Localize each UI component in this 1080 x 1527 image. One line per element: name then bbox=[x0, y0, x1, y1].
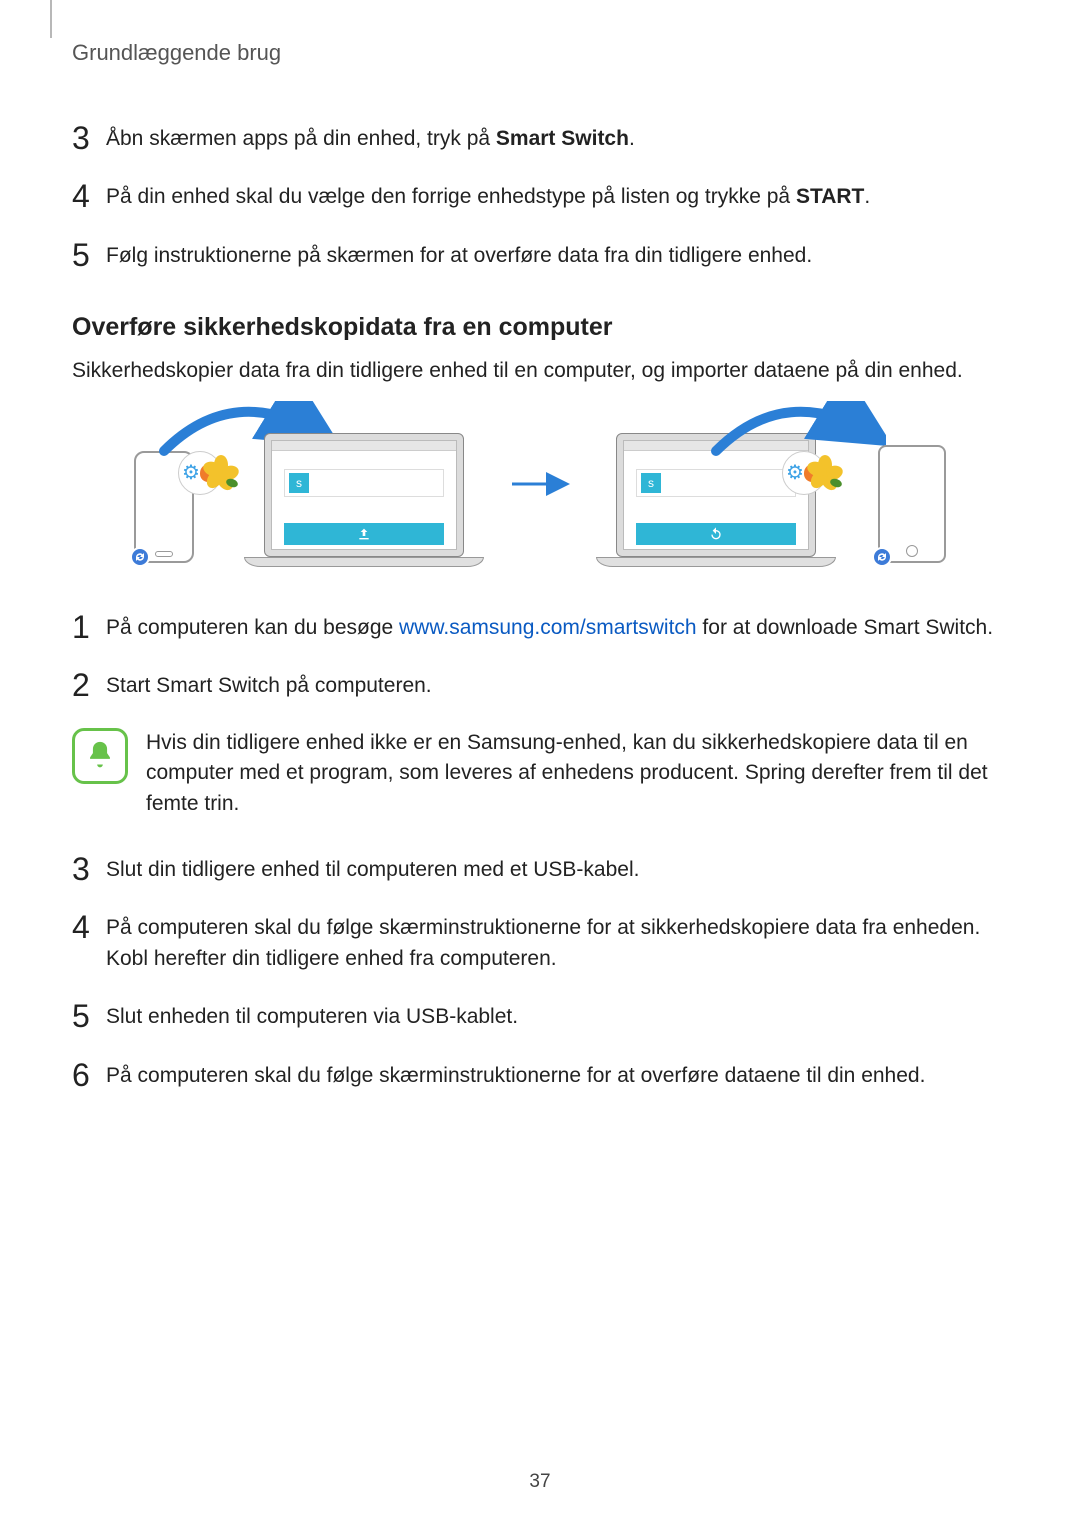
text-fragment: På din enhed skal du vælge den forrige e… bbox=[106, 185, 796, 208]
step-4b: 4 På computeren skal du følge skærminstr… bbox=[72, 911, 1008, 974]
step-list-bottom: 1 På computeren kan du besøge www.samsun… bbox=[72, 611, 1008, 1091]
photo-icon bbox=[810, 455, 840, 485]
step-2b: 2 Start Smart Switch på computeren. bbox=[72, 669, 1008, 701]
note-bell-icon bbox=[72, 728, 128, 784]
media-bubble-icon: ⚙ bbox=[782, 451, 826, 495]
running-header: Grundlæggende brug bbox=[72, 40, 1008, 66]
laptop-icon: s bbox=[244, 433, 484, 567]
step-number: 5 bbox=[72, 1000, 106, 1032]
sync-badge-icon bbox=[872, 547, 892, 567]
text-fragment: Åbn skærmen apps på din enhed, tryk på bbox=[106, 127, 496, 150]
step-1b: 1 På computeren kan du besøge www.samsun… bbox=[72, 611, 1008, 643]
arrow-right-icon bbox=[510, 472, 570, 501]
step-text: Følg instruktionerne på skærmen for at o… bbox=[106, 239, 812, 271]
media-bubble-icon: ⚙ bbox=[178, 451, 222, 495]
text-fragment: Følg instruktionerne på skærmen for at o… bbox=[106, 244, 812, 267]
app-badge-icon: s bbox=[289, 473, 309, 493]
step-text: Slut enheden til computeren via USB-kabl… bbox=[106, 1000, 518, 1032]
step-5: 5 Følg instruktionerne på skærmen for at… bbox=[72, 239, 1008, 271]
page-number: 37 bbox=[0, 1471, 1080, 1493]
text-fragment: . bbox=[864, 185, 870, 208]
step-number: 1 bbox=[72, 611, 106, 643]
step-3b: 3 Slut din tidligere enhed til computere… bbox=[72, 853, 1008, 885]
bold-term: START bbox=[796, 185, 864, 208]
tablet-icon bbox=[878, 445, 946, 563]
step-text: Slut din tidligere enhed til computeren … bbox=[106, 853, 639, 885]
step-4: 4 På din enhed skal du vælge den forrige… bbox=[72, 180, 1008, 212]
text-fragment: . bbox=[629, 127, 635, 150]
bold-term: Smart Switch bbox=[496, 127, 629, 150]
step-5b: 5 Slut enheden til computeren via USB-ka… bbox=[72, 1000, 1008, 1032]
step-3: 3 Åbn skærmen apps på din enhed, tryk på… bbox=[72, 122, 1008, 154]
gear-icon: ⚙ bbox=[786, 460, 804, 485]
app-badge-icon: s bbox=[641, 473, 661, 493]
step-number: 2 bbox=[72, 669, 106, 701]
step-text: Åbn skærmen apps på din enhed, tryk på S… bbox=[106, 122, 635, 154]
upload-strip-icon bbox=[284, 523, 444, 545]
note-text: Hvis din tidligere enhed ikke er en Sams… bbox=[146, 728, 1008, 819]
section-heading: Overføre sikkerhedskopidata fra en compu… bbox=[72, 313, 1008, 342]
step-number: 4 bbox=[72, 180, 106, 212]
illus-backup: ⚙ s bbox=[134, 407, 494, 567]
step-text: På computeren skal du følge skærminstruk… bbox=[106, 1059, 925, 1091]
step-number: 3 bbox=[72, 122, 106, 154]
text-fragment: På computeren kan du besøge bbox=[106, 616, 399, 639]
sync-badge-icon bbox=[130, 547, 150, 567]
smartswitch-link[interactable]: www.samsung.com/smartswitch bbox=[399, 616, 697, 639]
step-text: På computeren skal du følge skærminstruk… bbox=[106, 911, 1008, 974]
photo-icon bbox=[206, 455, 236, 485]
step-number: 3 bbox=[72, 853, 106, 885]
step-text: På din enhed skal du vælge den forrige e… bbox=[106, 180, 870, 212]
text-fragment: for at downloade Smart Switch. bbox=[697, 616, 993, 639]
transfer-illustration: ⚙ s bbox=[72, 407, 1008, 567]
illus-restore: s ⚙ bbox=[586, 407, 946, 567]
step-text: Start Smart Switch på computeren. bbox=[106, 669, 432, 701]
margin-rule bbox=[50, 0, 52, 38]
document-page: Grundlæggende brug 3 Åbn skærmen apps på… bbox=[0, 0, 1080, 1527]
step-number: 6 bbox=[72, 1059, 106, 1091]
section-intro: Sikkerhedskopier data fra din tidligere … bbox=[72, 356, 1008, 386]
step-list-top: 3 Åbn skærmen apps på din enhed, tryk på… bbox=[72, 122, 1008, 271]
step-number: 5 bbox=[72, 239, 106, 271]
restore-strip-icon bbox=[636, 523, 796, 545]
step-number: 4 bbox=[72, 911, 106, 943]
step-6b: 6 På computeren skal du følge skærminstr… bbox=[72, 1059, 1008, 1091]
step-text: På computeren kan du besøge www.samsung.… bbox=[106, 611, 993, 643]
note-callout: Hvis din tidligere enhed ikke er en Sams… bbox=[72, 728, 1008, 819]
gear-icon: ⚙ bbox=[182, 460, 200, 485]
